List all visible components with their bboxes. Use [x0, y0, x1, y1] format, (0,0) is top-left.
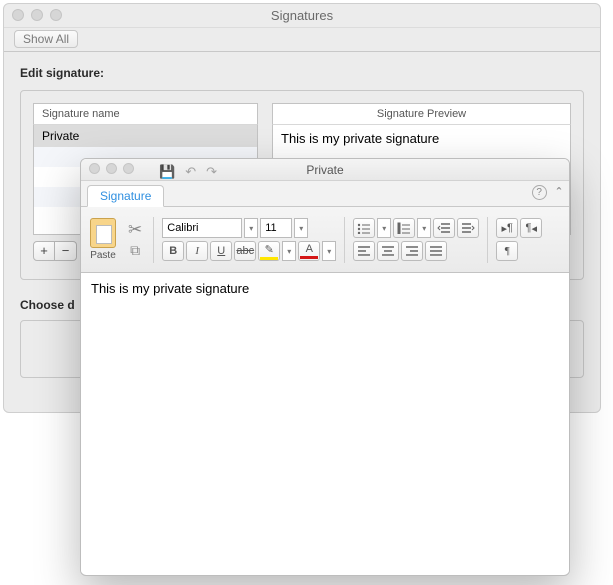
show-all-button[interactable]: Show All: [14, 30, 78, 48]
numbered-list-button[interactable]: [393, 218, 415, 238]
pref-toolbar: Show All: [4, 28, 600, 52]
paste-group: Paste: [87, 218, 119, 261]
separator: [487, 217, 488, 263]
redo-icon[interactable]: ↷: [206, 161, 217, 183]
font-color-dropdown-icon[interactable]: ▾: [322, 241, 336, 261]
signature-editor-window: 💾 ↶ ↷ Private Signature ? ˆ Paste ✂ ⧉ ▾ …: [80, 158, 570, 576]
font-dropdown-icon[interactable]: ▾: [244, 218, 258, 238]
scissors-icon[interactable]: ✂: [128, 220, 142, 240]
close-icon[interactable]: [12, 9, 24, 21]
separator: [344, 217, 345, 263]
edit-signature-label: Edit signature:: [20, 66, 584, 80]
add-signature-button[interactable]: +: [33, 241, 55, 261]
strikethrough-button[interactable]: abc: [234, 241, 256, 261]
highlight-dropdown-icon[interactable]: ▾: [282, 241, 296, 261]
font-color-button[interactable]: A: [298, 241, 320, 261]
editor-title: Private: [306, 159, 343, 181]
decrease-indent-button[interactable]: [433, 218, 455, 238]
minimize-icon[interactable]: [106, 163, 117, 174]
window-controls: [89, 163, 134, 174]
close-icon[interactable]: [89, 163, 100, 174]
zoom-icon[interactable]: [123, 163, 134, 174]
pref-titlebar: Signatures: [4, 4, 600, 28]
align-right-button[interactable]: [401, 241, 423, 261]
tab-signature[interactable]: Signature: [87, 185, 164, 207]
paste-label: Paste: [90, 250, 116, 261]
separator: [153, 217, 154, 263]
clipboard-icon[interactable]: [90, 218, 116, 248]
number-dropdown-icon[interactable]: ▾: [417, 218, 431, 238]
save-icon[interactable]: 💾: [159, 161, 175, 183]
signature-row-private[interactable]: Private: [34, 125, 257, 147]
window-controls: [12, 9, 62, 21]
signature-preview-text: This is my private signature: [281, 131, 439, 146]
editor-tabbar: Signature ? ˆ: [81, 181, 569, 207]
remove-signature-button[interactable]: −: [55, 241, 77, 261]
ltr-paragraph-button[interactable]: ▸¶: [496, 218, 518, 238]
show-formatting-button[interactable]: ¶: [496, 241, 518, 261]
help-icon[interactable]: ?: [532, 185, 547, 200]
highlight-button[interactable]: ✎: [258, 241, 280, 261]
signature-preview-header: Signature Preview: [272, 103, 571, 125]
increase-indent-button[interactable]: [457, 218, 479, 238]
editor-titlebar: 💾 ↶ ↷ Private: [81, 159, 569, 181]
highlight-icon: ✎: [265, 243, 274, 256]
editor-canvas[interactable]: This is my private signature: [81, 273, 569, 573]
pref-title: Signatures: [271, 8, 333, 23]
justify-button[interactable]: [425, 241, 447, 261]
font-family-select[interactable]: [162, 218, 242, 238]
bullet-dropdown-icon[interactable]: ▾: [377, 218, 391, 238]
size-dropdown-icon[interactable]: ▾: [294, 218, 308, 238]
editor-ribbon: Paste ✂ ⧉ ▾ ▾ B I U abc ✎ ▾ A ▾: [81, 207, 569, 273]
editor-content-text: This is my private signature: [91, 281, 249, 296]
minimize-icon[interactable]: [31, 9, 43, 21]
underline-button[interactable]: U: [210, 241, 232, 261]
align-center-button[interactable]: [377, 241, 399, 261]
italic-button[interactable]: I: [186, 241, 208, 261]
rtl-paragraph-button[interactable]: ¶◂: [520, 218, 542, 238]
zoom-icon[interactable]: [50, 9, 62, 21]
font-size-select[interactable]: [260, 218, 292, 238]
align-left-button[interactable]: [353, 241, 375, 261]
signature-list-header: Signature name: [33, 103, 258, 125]
undo-icon[interactable]: ↶: [185, 161, 196, 183]
bulleted-list-button[interactable]: [353, 218, 375, 238]
cut-copy-group: ✂ ⧉: [125, 220, 145, 259]
font-color-icon: A: [306, 243, 313, 255]
bold-button[interactable]: B: [162, 241, 184, 261]
copy-icon[interactable]: ⧉: [130, 242, 140, 259]
collapse-ribbon-icon[interactable]: ˆ: [557, 185, 561, 200]
quick-tools: 💾 ↶ ↷: [159, 161, 217, 183]
